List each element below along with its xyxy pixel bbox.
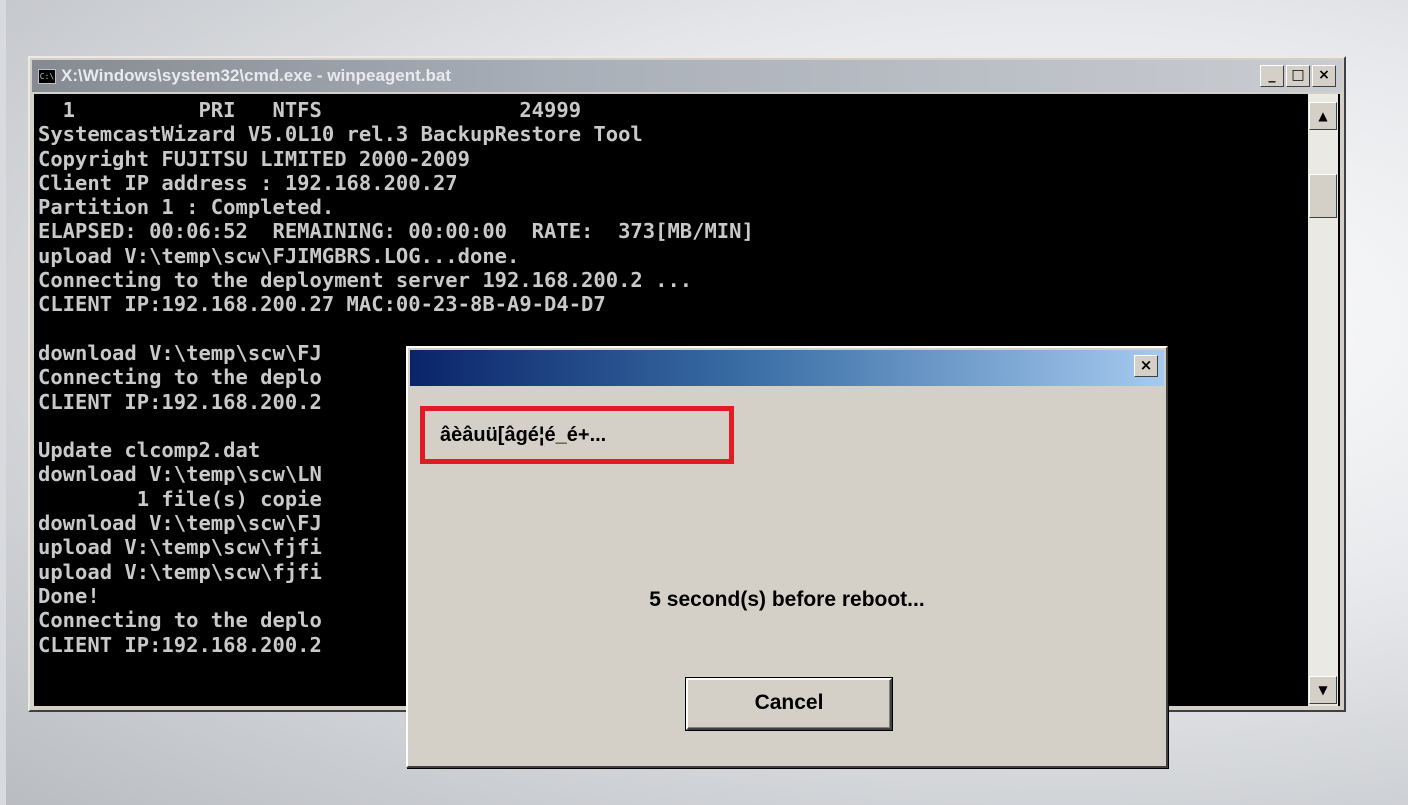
console-line: CLIENT IP:192.168.200.27 MAC:00-23-8B-A9… (38, 292, 606, 317)
dialog-header-text: âèâuü[âgé¦é_é+... (440, 423, 607, 446)
console-line: Copyright FUJITSU LIMITED 2000-2009 (38, 146, 470, 171)
cmd-titlebar[interactable]: C:\ X:\Windows\system32\cmd.exe - winpea… (32, 60, 1342, 92)
console-line: Client IP address : 192.168.200.27 (38, 170, 458, 195)
cmd-window-title: X:\Windows\system32\cmd.exe - winpeagent… (61, 66, 452, 85)
console-icon[interactable]: C:\ (38, 68, 56, 84)
console-line: Partition 1 : Completed. (38, 195, 335, 220)
reboot-dialog: × âèâuü[âgé¦é_é+... 5 second(s) before r… (406, 346, 1168, 768)
scroll-up-arrow-icon[interactable]: ▲ (1309, 102, 1337, 130)
dialog-close-button[interactable]: × (1134, 355, 1158, 377)
scroll-thumb[interactable] (1309, 174, 1337, 218)
console-line: 1 PRI NTFS 24999 (38, 98, 582, 122)
cancel-button[interactable]: Cancel (686, 678, 892, 730)
console-line: ELAPSED: 00:06:52 REMAINING: 00:00:00 RA… (38, 219, 754, 244)
close-button[interactable]: × (1312, 65, 1336, 87)
console-line: SystemcastWizard V5.0L10 rel.3 BackupRes… (38, 122, 643, 147)
scroll-down-arrow-icon[interactable]: ▼ (1309, 676, 1337, 704)
title-buttons: _ □ × (1260, 65, 1336, 87)
console-line: Connecting to the deployment server 192.… (38, 268, 693, 293)
maximize-button[interactable]: □ (1286, 65, 1310, 87)
console-line: upload V:\temp\scw\FJIMGBRS.LOG...done. (38, 243, 520, 268)
desktop-edge (0, 0, 6, 805)
minimize-button[interactable]: _ (1260, 65, 1284, 87)
reboot-countdown-message: 5 second(s) before reboot... (649, 588, 925, 611)
dialog-titlebar[interactable] (410, 350, 1164, 386)
console-scrollbar[interactable]: ▲ ▼ (1308, 94, 1338, 706)
highlighted-header-box: âèâuü[âgé¦é_é+... (420, 406, 734, 464)
